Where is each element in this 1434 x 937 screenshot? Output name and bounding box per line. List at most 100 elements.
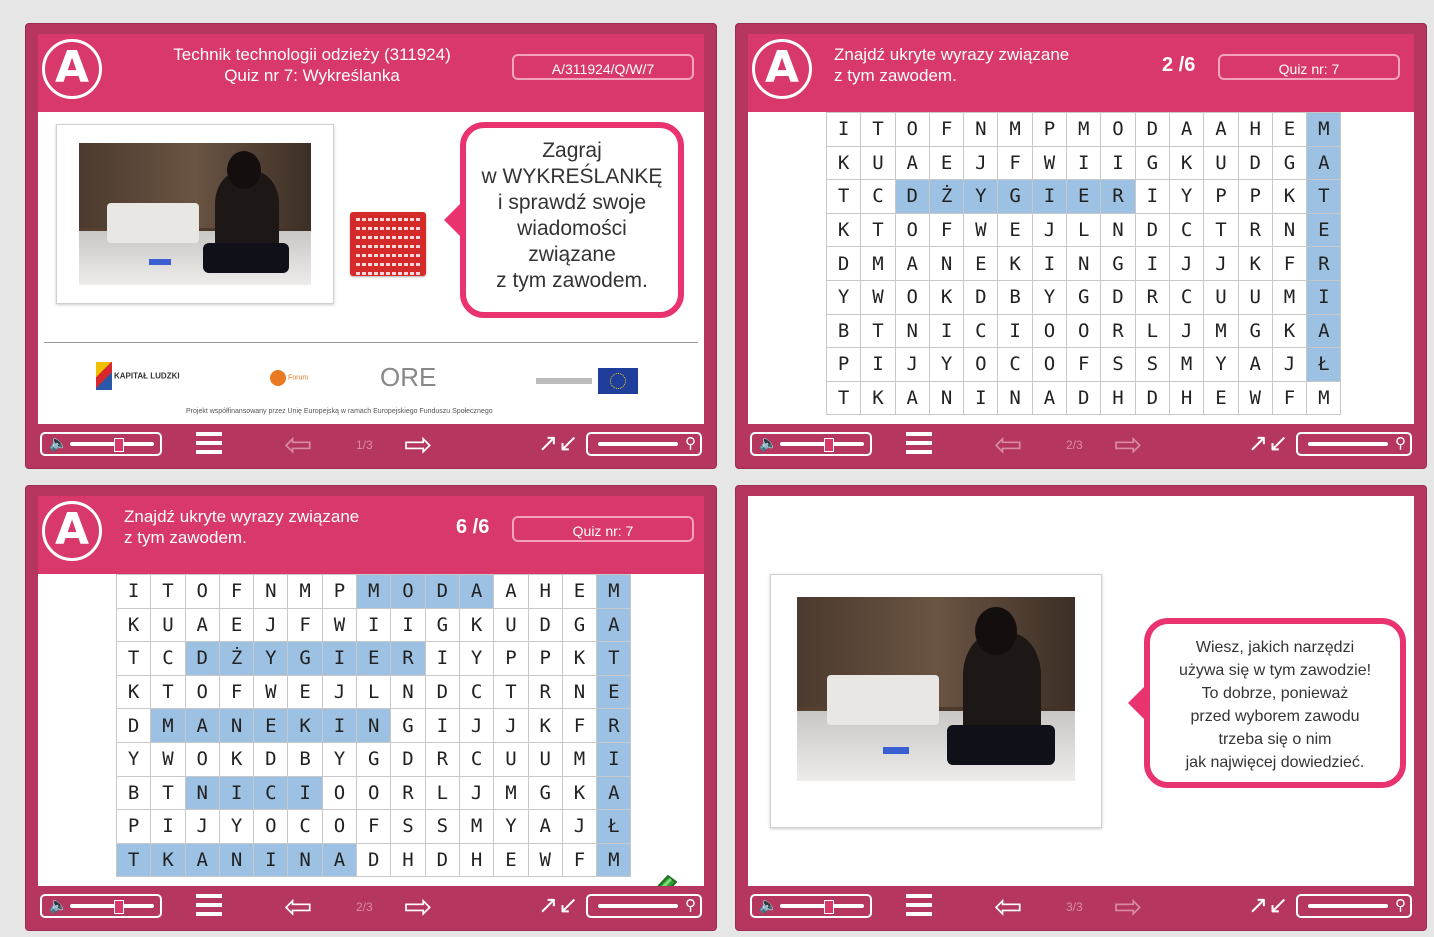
grid-cell[interactable]: J (963, 145, 999, 181)
grid-cell[interactable]: E (963, 246, 999, 281)
grid-cell[interactable]: N (894, 313, 930, 349)
grid-cell[interactable]: U (493, 607, 529, 643)
grid-cell[interactable]: D (963, 279, 999, 315)
grid-cell[interactable]: I (997, 313, 1033, 349)
grid-cell[interactable]: L (356, 674, 392, 710)
grid-cell[interactable]: U (1237, 279, 1273, 315)
grid-cell[interactable]: A (493, 574, 529, 609)
grid-cell[interactable]: A (1306, 313, 1342, 349)
grid-cell[interactable]: W (1237, 380, 1273, 416)
grid-cell[interactable]: N (390, 674, 426, 710)
grid-cell[interactable]: N (1271, 212, 1308, 248)
grid-cell[interactable]: E (1066, 179, 1102, 214)
grid-cell[interactable]: K (287, 708, 323, 743)
grid-cell[interactable]: G (356, 741, 392, 777)
zoom-slider[interactable]: ⚲ (1296, 894, 1412, 918)
menu-icon[interactable] (196, 432, 222, 454)
grid-cell[interactable]: F (1271, 380, 1308, 416)
grid-cell[interactable]: J (1271, 347, 1308, 382)
grid-cell[interactable]: P (1237, 179, 1273, 214)
grid-cell[interactable]: L (1134, 313, 1170, 349)
grid-cell[interactable]: I (424, 708, 460, 743)
grid-cell[interactable]: U (860, 145, 896, 181)
grid-cell[interactable]: G (1271, 145, 1308, 181)
grid-cell[interactable]: G (1100, 246, 1136, 281)
grid-cell[interactable]: O (1031, 313, 1068, 349)
grid-cell[interactable]: Y (218, 809, 255, 844)
grid-cell[interactable]: Y (928, 347, 965, 382)
menu-icon[interactable] (906, 894, 932, 916)
grid-cell[interactable]: L (1066, 212, 1102, 248)
zoom-slider[interactable]: ⚲ (586, 432, 702, 456)
zoom-slider[interactable]: ⚲ (1296, 432, 1412, 456)
grid-cell[interactable]: T (1306, 179, 1342, 214)
arrow-left-icon[interactable]: ⇦ (994, 428, 1023, 462)
grid-cell[interactable]: F (928, 212, 965, 248)
grid-cell[interactable]: I (150, 809, 186, 844)
grid-cell[interactable]: W (253, 674, 289, 710)
grid-cell[interactable]: G (561, 607, 598, 643)
grid-cell[interactable]: T (493, 674, 529, 710)
grid-cell[interactable]: W (963, 212, 999, 248)
grid-cell[interactable]: U (1203, 145, 1239, 181)
grid-cell[interactable]: Y (115, 741, 152, 777)
grid-cell[interactable]: D (825, 246, 862, 281)
grid-cell[interactable]: C (458, 741, 495, 777)
grid-cell[interactable]: R (1134, 279, 1170, 315)
grid-cell[interactable]: O (894, 112, 930, 147)
grid-cell[interactable]: N (1100, 212, 1136, 248)
grid-cell[interactable]: P (493, 641, 529, 676)
grid-cell[interactable]: R (424, 741, 460, 777)
grid-cell[interactable]: J (1031, 212, 1068, 248)
grid-cell[interactable]: R (1100, 313, 1136, 349)
grid-cell[interactable]: I (928, 313, 965, 349)
volume-slider[interactable]: 🔈 (40, 432, 162, 456)
grid-cell[interactable]: I (1031, 179, 1068, 214)
grid-cell[interactable]: J (253, 607, 289, 643)
grid-cell[interactable]: A (321, 842, 358, 878)
grid-cell[interactable]: Y (458, 641, 495, 676)
grid-cell[interactable]: T (860, 112, 896, 147)
grid-cell[interactable]: G (424, 607, 460, 643)
grid-cell[interactable]: G (1237, 313, 1273, 349)
grid-cell[interactable]: D (1237, 145, 1273, 181)
grid-cell[interactable]: K (825, 212, 862, 248)
grid-cell[interactable]: Y (1168, 179, 1205, 214)
grid-cell[interactable]: F (287, 607, 323, 643)
grid-cell[interactable]: F (218, 674, 255, 710)
grid-cell[interactable]: A (894, 380, 930, 416)
grid-cell[interactable]: N (928, 380, 965, 416)
grid-cell[interactable]: A (596, 775, 632, 811)
grid-cell[interactable]: Ż (218, 641, 255, 676)
grid-cell[interactable]: Y (1203, 347, 1239, 382)
grid-cell[interactable]: I (1306, 279, 1342, 315)
grid-cell[interactable]: G (390, 708, 426, 743)
grid-cell[interactable]: D (424, 574, 460, 609)
grid-cell[interactable]: O (356, 775, 392, 811)
grid-cell[interactable]: J (1203, 246, 1239, 281)
arrow-left-icon[interactable]: ⇦ (284, 428, 313, 462)
grid-cell[interactable]: O (894, 279, 930, 315)
fullscreen-icon[interactable]: ↗↙ (1248, 430, 1288, 458)
grid-cell[interactable]: J (184, 809, 220, 844)
grid-cell[interactable]: H (527, 574, 563, 609)
grid-cell[interactable]: L (424, 775, 460, 811)
volume-slider[interactable]: 🔈 (40, 894, 162, 918)
grid-cell[interactable]: E (287, 674, 323, 710)
grid-cell[interactable]: C (458, 674, 495, 710)
grid-cell[interactable]: C (1168, 279, 1205, 315)
grid-cell[interactable]: D (356, 842, 392, 878)
fullscreen-icon[interactable]: ↗↙ (1248, 892, 1288, 920)
grid-cell[interactable]: M (493, 775, 529, 811)
grid-cell[interactable]: E (596, 674, 632, 710)
grid-cell[interactable]: I (963, 380, 999, 416)
grid-cell[interactable]: F (1271, 246, 1308, 281)
grid-cell[interactable]: A (894, 145, 930, 181)
grid-cell[interactable]: K (218, 741, 255, 777)
grid-cell[interactable]: N (561, 674, 598, 710)
grid-cell[interactable]: O (1031, 347, 1068, 382)
grid-cell[interactable]: K (561, 775, 598, 811)
grid-cell[interactable]: D (1134, 112, 1170, 147)
grid-cell[interactable]: R (1237, 212, 1273, 248)
word-search-grid[interactable]: ITOFNMPMODAAHEMKUAEJFWIIGKUDGATCDŻYGIERI… (825, 112, 1342, 416)
